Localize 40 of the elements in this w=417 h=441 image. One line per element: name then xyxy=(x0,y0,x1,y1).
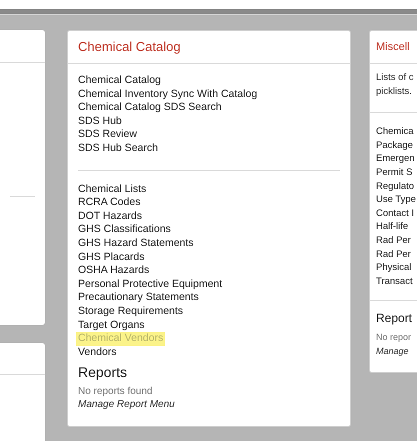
menu-link[interactable]: GHS Hazard Statements xyxy=(78,236,194,251)
empty-message: No reports found xyxy=(78,385,152,398)
menu-link[interactable]: Emergen xyxy=(376,152,415,166)
menu-link[interactable]: Storage Requirements xyxy=(78,304,184,318)
menu-link[interactable]: Permit S xyxy=(376,166,412,180)
menu-link[interactable]: Vendors xyxy=(78,346,117,360)
menu-link[interactable]: Rad Per xyxy=(376,248,411,262)
panel-title: Chemical Catalog xyxy=(78,38,181,56)
menu-link[interactable]: Half-life xyxy=(376,220,408,234)
menu-link[interactable]: Physical xyxy=(376,261,412,275)
panel-title: Miscell xyxy=(376,40,410,55)
empty-message: No repor xyxy=(376,331,412,344)
menu-link[interactable]: OSHA Hazards xyxy=(78,264,150,278)
menu-link[interactable]: Chemical Catalog SDS Search xyxy=(78,101,222,115)
description-text: Lists of c xyxy=(376,71,414,85)
menu-link[interactable]: Rad Per xyxy=(376,234,411,248)
menu-link[interactable]: Chemica xyxy=(376,125,414,139)
menu-link[interactable]: GHS Placards xyxy=(78,250,145,264)
menu-link[interactable]: Use Type xyxy=(376,193,416,207)
menu-link[interactable]: Chemical Inventory Sync With Catalog xyxy=(78,88,258,102)
menu-link[interactable]: SDS Hub Search xyxy=(78,142,158,156)
menu-link[interactable]: SDS Review xyxy=(78,128,137,142)
section-heading: Report xyxy=(376,310,412,328)
menu-link[interactable]: SDS Hub xyxy=(78,114,122,128)
menu-link[interactable]: Personal Protective Equipment xyxy=(78,278,222,292)
menu-link[interactable]: Precautionary Statements xyxy=(78,291,199,305)
menu-link[interactable]: Package xyxy=(376,138,413,152)
section-heading: Reports xyxy=(78,363,128,382)
menu-link[interactable]: GHS Classifications xyxy=(78,223,171,237)
menu-link[interactable]: DOT Hazards xyxy=(78,210,142,224)
menu-link[interactable]: Target Organs xyxy=(78,318,145,332)
menu-link[interactable]: Transact xyxy=(376,274,413,288)
manage-link[interactable]: Manage Report Menu xyxy=(78,398,175,412)
menu-link[interactable]: Chemical Lists xyxy=(78,182,146,196)
menu-link[interactable]: RCRA Codes xyxy=(78,196,140,210)
menu-link[interactable]: Contact I xyxy=(376,206,414,220)
menu-link[interactable]: Regulato xyxy=(376,180,414,194)
description-text: picklists. xyxy=(376,84,412,98)
manage-link[interactable]: Manage xyxy=(376,344,409,358)
menu-link[interactable]: Chemical Catalog xyxy=(78,74,161,88)
